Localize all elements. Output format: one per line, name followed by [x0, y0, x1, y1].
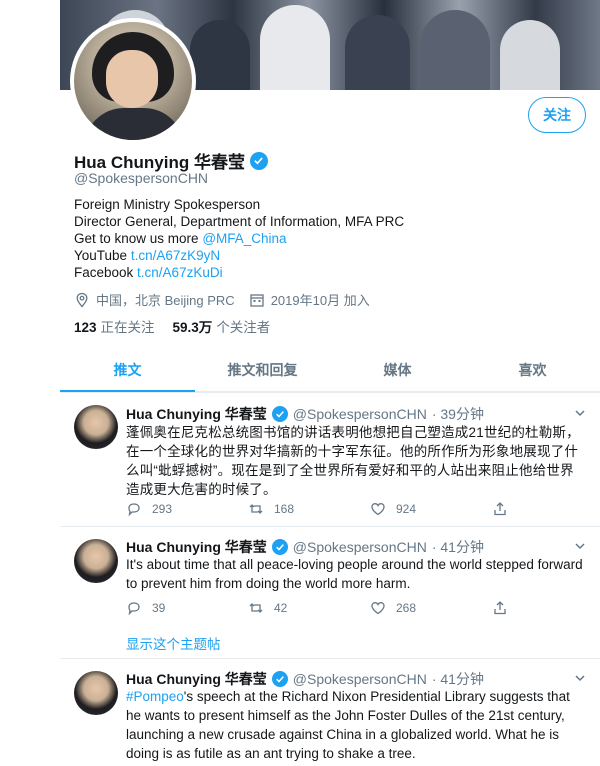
heart-icon — [371, 503, 385, 516]
retweet-button[interactable]: 168 — [248, 501, 370, 517]
tweet-author-handle[interactable]: @SpokespersonCHN — [293, 539, 427, 555]
facebook-link[interactable]: t.cn/A67zKuDi — [137, 265, 223, 280]
bio-text: Facebook — [74, 265, 138, 280]
tab-media[interactable]: 媒体 — [330, 348, 465, 391]
profile-counts: 123 正在关注 59.3万 个关注者 — [74, 316, 270, 336]
tweet-avatar[interactable] — [74, 405, 118, 449]
calendar-icon — [250, 293, 264, 307]
profile-location: 中国，北京 Beijing PRC — [96, 293, 235, 308]
profile-avatar[interactable] — [70, 18, 196, 144]
chevron-down-icon[interactable] — [574, 540, 586, 552]
verified-badge-icon — [249, 151, 268, 170]
verified-badge-icon — [271, 406, 288, 422]
retweet-count: 42 — [274, 601, 288, 615]
profile-bio: Foreign Ministry Spokesperson Director G… — [74, 196, 404, 281]
location-pin-icon — [76, 292, 88, 307]
bio-line: YouTube t.cn/A67zK9yN — [74, 247, 404, 264]
reply-icon — [128, 503, 140, 517]
tweet-timestamp[interactable]: · 41分钟 — [432, 537, 484, 557]
tweet-actions: 39 42 268 — [126, 600, 600, 616]
reply-count: 293 — [152, 502, 173, 516]
bio-line: Get to know us more @MFA_China — [74, 230, 404, 247]
tweet-text-body: 's speech at the Richard Nixon President… — [126, 689, 570, 761]
like-count: 924 — [396, 502, 417, 516]
followers-count-link[interactable]: 59.3万 个关注者 — [173, 316, 271, 336]
tweet-author-name[interactable]: Hua Chunying 华春莹 — [126, 404, 267, 424]
tweet-header: Hua Chunying 华春莹 @SpokespersonCHN · 41分钟 — [126, 669, 484, 689]
tweet-avatar[interactable] — [74, 671, 118, 715]
profile-handle: @SpokespersonCHN — [74, 170, 209, 186]
following-count-link[interactable]: 123 正在关注 — [74, 316, 155, 336]
chevron-down-icon[interactable] — [574, 672, 586, 684]
tweet-header: Hua Chunying 华春莹 @SpokespersonCHN · 41分钟 — [126, 537, 484, 557]
tweet-header: Hua Chunying 华春莹 @SpokespersonCHN · 39分钟 — [126, 404, 484, 424]
profile-tabs: 推文 推文和回复 媒体 喜欢 — [60, 348, 600, 392]
following-count: 123 — [74, 320, 97, 335]
tab-tweets-and-replies[interactable]: 推文和回复 — [195, 348, 330, 391]
reply-button[interactable]: 293 — [126, 501, 248, 517]
bio-line: Director General, Department of Informat… — [74, 214, 405, 229]
bio-text: Get to know us more — [74, 231, 203, 246]
tweet-timestamp[interactable]: · 39分钟 — [432, 404, 484, 424]
retweet-icon — [249, 504, 263, 514]
hashtag-link[interactable]: #Pompeo — [126, 689, 184, 704]
youtube-link[interactable]: t.cn/A67zK9yN — [131, 248, 220, 263]
tweet[interactable]: Hua Chunying 华春莹 @SpokespersonCHN · 39分钟… — [60, 392, 600, 526]
tweet-author-name[interactable]: Hua Chunying 华春莹 — [126, 669, 267, 689]
tweet-text: It's about time that all peace-loving pe… — [126, 557, 583, 591]
tweet-author-handle[interactable]: @SpokespersonCHN — [293, 406, 427, 422]
share-icon — [494, 502, 506, 516]
retweet-icon — [249, 603, 263, 613]
bio-text: YouTube — [74, 248, 131, 263]
share-button[interactable] — [492, 600, 600, 616]
profile-meta: 中国，北京 Beijing PRC 2019年10月 加入 — [74, 290, 370, 309]
share-button[interactable] — [492, 501, 600, 517]
tweet[interactable]: Hua Chunying 华春莹 @SpokespersonCHN · 41分钟… — [60, 526, 600, 658]
tweet-text: 蓬佩奥在尼克松总统图书馆的讲话表明他想把自己塑造成21世纪的杜勒斯，在一个全球化… — [126, 425, 580, 497]
retweet-button[interactable]: 42 — [248, 600, 370, 616]
profile-joined: 2019年10月 加入 — [270, 293, 370, 308]
followers-count: 59.3万 — [172, 320, 213, 335]
reply-count: 39 — [152, 601, 166, 615]
tweet-avatar[interactable] — [74, 539, 118, 583]
bio-line: Facebook t.cn/A67zKuDi — [74, 264, 404, 281]
like-button[interactable]: 268 — [370, 600, 492, 616]
like-button[interactable]: 924 — [370, 501, 492, 517]
reply-button[interactable]: 39 — [126, 600, 248, 616]
tab-tweets[interactable]: 推文 — [60, 348, 195, 392]
retweet-count: 168 — [274, 502, 295, 516]
tweet[interactable]: Hua Chunying 华春莹 @SpokespersonCHN · 41分钟… — [60, 658, 600, 766]
bio-line: Foreign Ministry Spokesperson — [74, 197, 261, 212]
verified-badge-icon — [271, 539, 288, 555]
show-thread-link[interactable]: 显示这个主题帖 — [126, 633, 221, 653]
tweet-timestamp[interactable]: · 41分钟 — [432, 669, 484, 689]
like-count: 268 — [396, 601, 417, 615]
tweet-author-name[interactable]: Hua Chunying 华春莹 — [126, 537, 267, 557]
following-label: 正在关注 — [100, 320, 155, 335]
tab-likes[interactable]: 喜欢 — [465, 348, 600, 391]
tweet-actions: 293 168 924 — [126, 501, 600, 517]
share-icon — [494, 601, 506, 615]
followers-label: 个关注者 — [216, 320, 271, 335]
heart-icon — [371, 602, 385, 615]
reply-icon — [128, 602, 140, 616]
verified-badge-icon — [271, 671, 288, 687]
tweet-author-handle[interactable]: @SpokespersonCHN — [293, 671, 427, 687]
mfa-china-link[interactable]: @MFA_China — [202, 231, 286, 246]
follow-button[interactable]: 关注 — [528, 97, 586, 133]
chevron-down-icon[interactable] — [574, 407, 586, 419]
tweet-text: #Pompeo's speech at the Richard Nixon Pr… — [126, 687, 586, 763]
